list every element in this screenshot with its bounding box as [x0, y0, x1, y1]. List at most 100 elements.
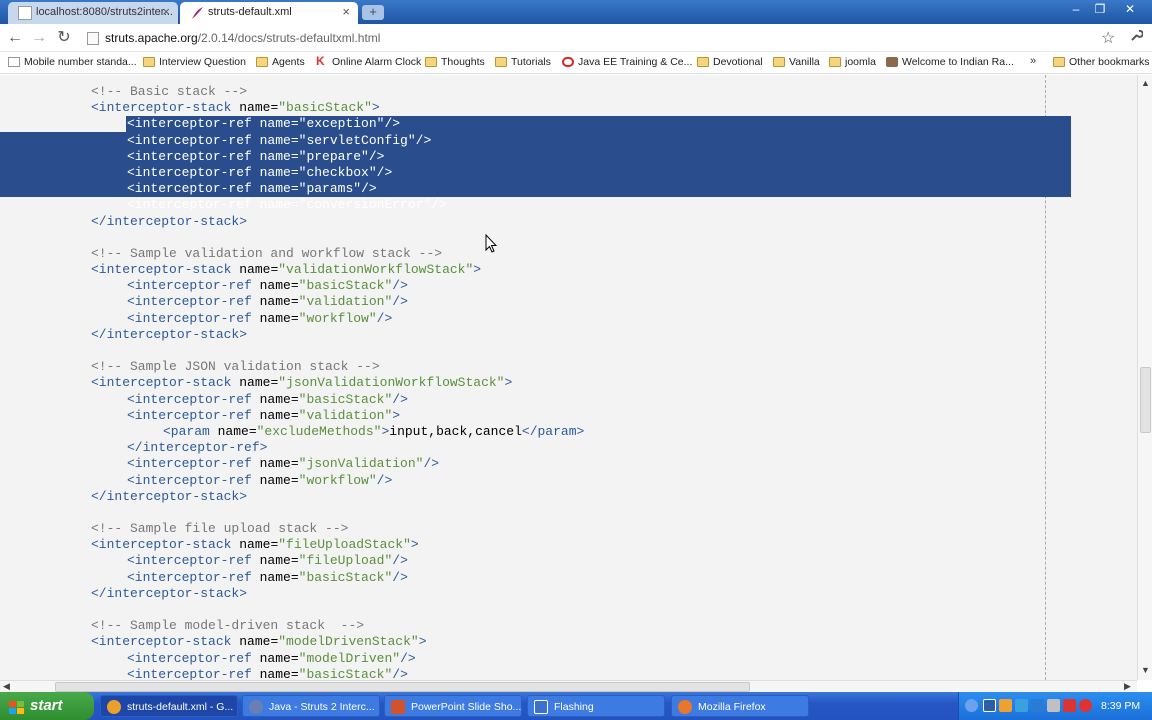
code-line: <interceptor-ref name="fileUpload"/> [127, 553, 408, 569]
tab-strip: localhost:8080/struts2inter... × struts-… [0, 0, 1152, 24]
xml-source: <!-- Basic stack --> <interceptor-stack n… [0, 84, 584, 680]
eclipse-icon [249, 700, 263, 714]
tab-title: struts-default.xml [208, 6, 292, 18]
bookmark-item[interactable]: joomla [829, 56, 876, 68]
oracle-icon [562, 57, 574, 67]
taskbar-item[interactable]: Mozilla Firefox [671, 695, 809, 717]
close-icon[interactable]: × [162, 2, 170, 22]
forward-button[interactable]: → [28, 28, 50, 48]
address-bar[interactable]: struts.apache.org/2.0.14/docs/struts-def… [82, 27, 1122, 49]
code-line: <interceptor-ref name="workflow"/> [127, 472, 393, 488]
bookmark-item[interactable]: Mobile number standa... [8, 56, 137, 68]
code-line: <interceptor-stack name="modelDrivenStac… [91, 634, 427, 650]
bookmark-item[interactable]: K Online Alarm Clock [316, 54, 421, 68]
bookmark-item[interactable]: Thoughts [425, 56, 485, 68]
bookmark-item[interactable]: Java EE Training & Ce... [562, 56, 692, 68]
code-line: <!-- Sample JSON validation stack --> [91, 359, 380, 375]
taskbar-item[interactable]: Java - Struts 2 Interc... [242, 695, 380, 717]
powerpoint-icon [391, 700, 405, 714]
taskbar-item[interactable]: Flashing [527, 695, 665, 717]
page-icon [8, 57, 20, 67]
code-line: <interceptor-ref name="validation"> [127, 407, 401, 423]
bookmark-item[interactable]: Agents [256, 56, 305, 68]
tray-network-icon[interactable] [983, 699, 996, 712]
close-window-button[interactable]: ✕ [1118, 2, 1142, 18]
train-icon [886, 57, 898, 67]
code-line: <interceptor-stack name="fileUploadStack… [91, 537, 419, 553]
tray-app-icon[interactable] [1031, 699, 1044, 712]
horizontal-scrollbar[interactable]: ◀ ▶ [0, 680, 1137, 692]
k-icon: K [316, 54, 325, 68]
tray-app-icon[interactable] [1015, 699, 1028, 712]
page-icon [87, 32, 99, 45]
windows-logo-icon [8, 698, 26, 714]
code-line: <interceptor-ref name="basicStack"/> [127, 391, 408, 407]
tray-app-icon[interactable] [1079, 699, 1092, 712]
code-line: <interceptor-ref name="modelDriven"/> [127, 650, 416, 666]
folder-icon [495, 57, 507, 67]
code-line: <interceptor-ref name="basicStack"/> [127, 278, 408, 294]
new-tab-button[interactable]: + [362, 5, 384, 20]
tab-struts-default[interactable]: struts-default.xml × [180, 2, 358, 24]
bookmarks-overflow-chevron-icon[interactable]: » [1030, 55, 1036, 67]
shield-icon[interactable] [1063, 699, 1076, 712]
code-line: <interceptor-ref name="validation"/> [127, 294, 408, 310]
tray-app-icon[interactable] [999, 699, 1012, 712]
code-line: <interceptor-ref name="workflow"/> [127, 310, 393, 326]
scroll-left-icon[interactable]: ◀ [3, 681, 10, 692]
code-line: </interceptor-stack> [91, 213, 248, 229]
bookmark-item[interactable]: Devotional [697, 56, 763, 68]
mouse-cursor-icon [485, 233, 498, 256]
bookmark-item[interactable]: Welcome to Indian Ra... [886, 56, 1014, 68]
bookmark-item[interactable]: Interview Question [143, 56, 246, 68]
window-icon [534, 700, 548, 714]
code-line: </interceptor-stack> [91, 488, 248, 504]
bookmark-item[interactable]: Vanilla [773, 56, 820, 68]
tray-app-icon[interactable] [1047, 699, 1060, 712]
start-button[interactable]: start [0, 692, 94, 720]
folder-icon [143, 57, 155, 67]
code-line: <interceptor-ref name="conversionError"/… [127, 197, 447, 213]
bookmark-star-icon[interactable]: ☆ [1101, 28, 1115, 48]
scrollbar-thumb[interactable] [55, 682, 750, 692]
code-line: <!-- Sample model-driven stack --> [91, 618, 365, 634]
code-line: <interceptor-ref name="prepare"/> [127, 148, 385, 164]
code-line: <interceptor-stack name="validationWorkf… [91, 262, 482, 278]
code-line: <!-- Basic stack --> [91, 84, 248, 99]
system-tray: 8:39 PM [958, 692, 1152, 720]
minimize-button[interactable]: – [1064, 2, 1088, 18]
tab-localhost[interactable]: localhost:8080/struts2inter... × [8, 2, 178, 24]
firefox-icon [678, 700, 692, 714]
code-line: </interceptor-stack> [91, 585, 248, 601]
bookmark-item[interactable]: Tutorials [495, 56, 551, 68]
code-line: <interceptor-ref name="params"/> [127, 181, 377, 197]
taskbar-item[interactable]: struts-default.xml - G... [100, 695, 238, 717]
code-line: <param name="excludeMethods">input,back,… [163, 423, 585, 439]
code-line: <interceptor-ref name="basicStack"/> [127, 569, 408, 585]
reload-button[interactable]: ↻ [53, 28, 75, 48]
browser-toolbar: ← → ↻ struts.apache.org/2.0.14/docs/stru… [0, 24, 1152, 52]
close-icon[interactable]: × [342, 2, 350, 22]
scroll-up-icon[interactable]: ▲ [1141, 78, 1150, 88]
other-bookmarks[interactable]: Other bookmarks [1053, 56, 1150, 68]
tray-arrow-icon[interactable] [965, 699, 978, 712]
scroll-down-icon[interactable]: ▼ [1141, 665, 1150, 675]
bookmarks-bar: Mobile number standa... Interview Questi… [0, 52, 1152, 74]
maximize-button[interactable]: ❐ [1088, 2, 1112, 18]
code-line: <!-- Sample file upload stack --> [91, 521, 349, 537]
folder-icon [425, 57, 437, 67]
wrench-icon[interactable] [1129, 28, 1144, 46]
vertical-scrollbar[interactable]: ▲ ▼ [1137, 75, 1152, 680]
windows-taskbar: start struts-default.xml - G... Java - S… [0, 692, 1152, 720]
feather-icon [190, 6, 204, 20]
scrollbar-thumb[interactable] [1140, 367, 1151, 433]
taskbar-item[interactable]: PowerPoint Slide Sho... [384, 695, 522, 717]
folder-icon [773, 57, 785, 67]
url-text: struts.apache.org/2.0.14/docs/struts-def… [105, 31, 381, 45]
scroll-right-icon[interactable]: ▶ [1124, 681, 1131, 692]
chrome-icon [107, 700, 121, 714]
back-button[interactable]: ← [4, 28, 26, 48]
